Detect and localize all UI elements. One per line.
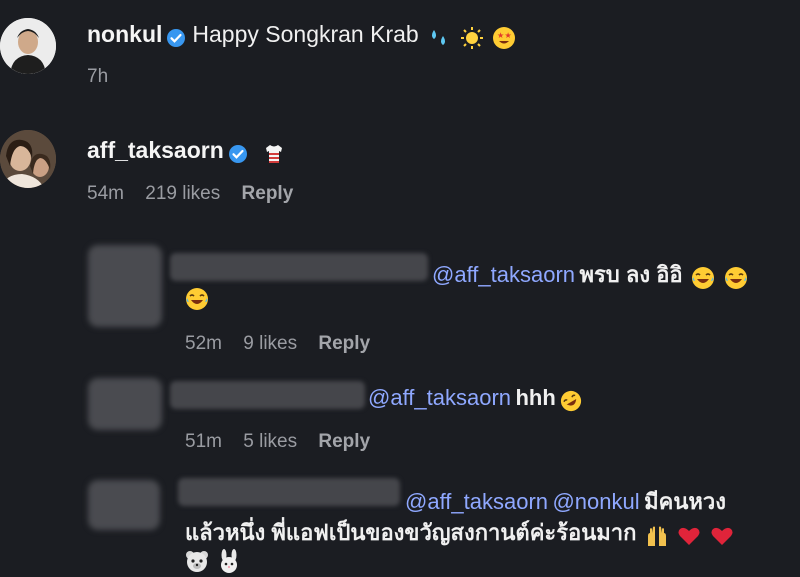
comment-text: Happy Songkran Krab [192,21,419,47]
reply-text: hhh [515,385,556,410]
timestamp: 51m [185,431,222,452]
star-struck-icon: ★ ★ [493,26,516,49]
shirt-icon [266,144,283,163]
mention-link[interactable]: @aff_taksaorn [368,385,511,410]
reply-text: พรบ ลง อิอิ [579,262,683,287]
reply-button[interactable]: Reply [318,431,370,452]
svg-text:★: ★ [505,31,512,40]
username-blurred[interactable] [178,478,400,506]
mention-link[interactable]: @aff_taksaorn [432,262,575,287]
avatar-aff-taksaorn[interactable] [0,130,56,188]
avatar-blurred[interactable] [88,378,162,430]
verified-badge-icon [167,28,186,47]
red-heart-icon [678,527,700,545]
reply-text: มีคนหวง [644,489,726,514]
comment-aff-taksaorn: aff_taksaorn [87,137,286,166]
avatar-blurred[interactable] [88,245,162,327]
timestamp: 54m [87,183,124,204]
timestamp: 7h [87,66,109,87]
comment-meta: 54m 219 likes Reply [87,183,309,205]
laughing-tears-icon [186,288,208,310]
mention-link[interactable]: @nonkul [552,489,639,514]
likes-count[interactable]: 219 likes [145,183,220,204]
reply-meta: 52m 9 likes Reply [185,333,386,355]
mention-link[interactable]: @aff_taksaorn [405,489,548,514]
reply-line1: @aff_taksaorn @nonkul มีคนหวง [405,484,726,519]
username-blurred[interactable] [170,253,428,281]
reply-line1: @aff_taksaorn พรบ ลง อิอิ [432,257,748,292]
sun-icon [460,26,483,49]
profile-photo-icon [0,18,56,74]
laughing-tears-icon [692,266,715,289]
username-blurred[interactable] [170,381,365,409]
rofl-icon [560,390,581,411]
comment-meta: 7h [87,66,124,88]
reply-button[interactable]: Reply [242,183,294,204]
svg-text:★: ★ [497,31,504,40]
reply-line2: แล้วหนึ่ง พี่แอฟเป็นของขวัญสงกานต์ค่ะร้อ… [185,515,734,550]
bear-icon [186,551,208,572]
avatar-nonkul[interactable] [0,18,56,74]
reply-meta: 51m 5 likes Reply [185,431,386,453]
laughing-tears-icon [724,266,747,289]
reply-text: แล้วหนึ่ง พี่แอฟเป็นของขวัญสงกานต์ค่ะร้อ… [185,520,637,545]
reply-line2 [185,287,209,311]
reply-button[interactable]: Reply [318,333,370,354]
raised-hands-icon [647,526,666,546]
likes-count[interactable]: 5 likes [243,431,297,452]
avatar-blurred[interactable] [88,480,160,530]
profile-photo-icon [0,130,56,188]
reply-line1: @aff_taksaorn hhh [368,385,582,412]
username[interactable]: aff_taksaorn [87,137,224,163]
verified-badge-icon [228,144,247,163]
rabbit-icon [221,549,238,573]
sweat-droplets-icon [432,29,446,45]
reply-line3 [185,549,241,573]
timestamp: 52m [185,333,222,354]
red-heart-icon [711,527,733,545]
username[interactable]: nonkul [87,21,162,47]
likes-count[interactable]: 9 likes [243,333,297,354]
comment-nonkul: nonkul Happy Songkran Krab ★ ★ [87,21,516,50]
